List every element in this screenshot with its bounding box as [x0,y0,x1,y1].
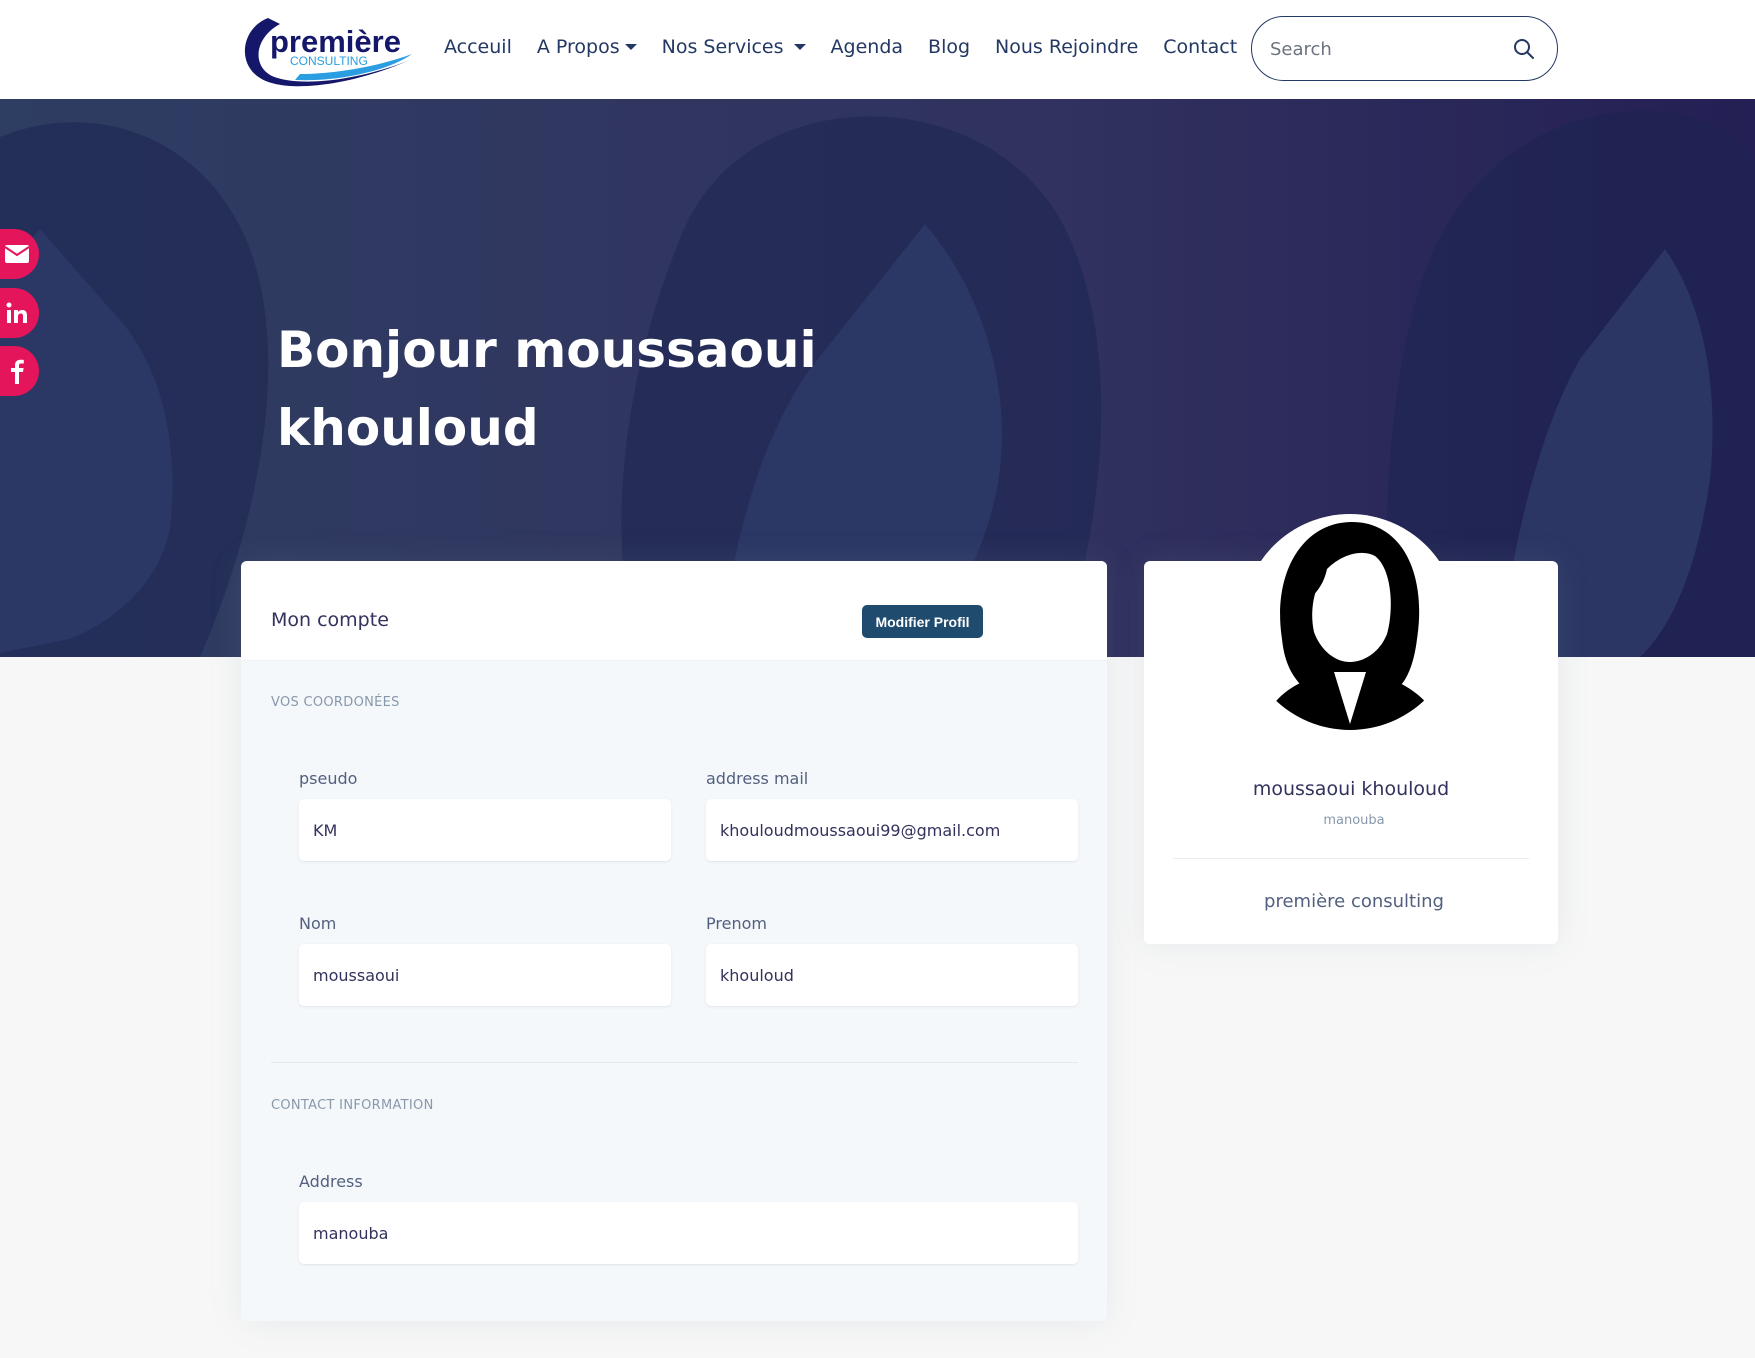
section-divider [271,1062,1078,1063]
woman-avatar-icon [1262,522,1440,730]
section-heading-coordonnees: VOS COORDONÉES [271,695,400,710]
nav-a-propos-label: A Propos [536,36,620,58]
hero-greeting-line2: khouloud [277,399,539,457]
profile-divider [1173,858,1529,859]
account-title: Mon compte [271,609,389,631]
account-card-header: Mon compte Modifier Profil [241,561,1107,661]
chevron-down-icon [793,44,806,50]
envelope-icon [3,245,30,263]
search-input[interactable] [1270,35,1500,63]
address-field[interactable] [299,1202,1078,1264]
nav-nous-rejoindre[interactable]: Nous Rejoindre [995,36,1138,58]
facebook-icon [10,359,24,384]
profile-city: manouba [1323,813,1385,828]
nav-a-propos[interactable]: A Propos [537,36,637,58]
nav-contact[interactable]: Contact [1163,36,1237,58]
nav-acceuil[interactable]: Acceuil [444,36,512,58]
linkedin-icon [6,302,27,323]
nom-field[interactable] [299,944,671,1006]
search-box [1251,16,1558,81]
nav-nous-rejoindre-label: Nous Rejoindre [995,36,1139,58]
hero-greeting: Bonjour moussaoui khouloud [277,311,877,467]
nav-agenda-label: Agenda [830,36,904,58]
prenom-label: Prenom [706,914,767,933]
nav-agenda[interactable]: Agenda [831,36,904,58]
profile-name: moussaoui khouloud [1252,778,1450,800]
avatar [1242,514,1458,730]
main-nav: Acceuil A Propos Nos Services Agenda Blo… [444,36,1262,58]
navbar: première CONSULTING Acceuil A Propos Nos… [0,0,1755,99]
email-label: address mail [706,769,809,788]
pseudo-label: pseudo [299,769,358,788]
prenom-field[interactable] [706,944,1078,1006]
nav-blog-label: Blog [928,36,971,58]
nav-contact-label: Contact [1163,36,1238,58]
edit-profile-button[interactable]: Modifier Profil [862,605,983,638]
premiere-consulting-logo[interactable]: première CONSULTING [240,8,415,92]
address-label: Address [299,1172,363,1191]
nav-nos-services-label: Nos Services [661,36,784,58]
hero-greeting-line1: Bonjour moussaoui [277,321,817,379]
nav-blog[interactable]: Blog [928,36,970,58]
pseudo-field[interactable] [299,799,671,861]
account-card: Mon compte Modifier Profil VOS COORDONÉE… [241,561,1107,1321]
nom-label: Nom [299,914,337,933]
section-heading-contact: CONTACT INFORMATION [271,1098,434,1113]
logo-subtext: CONSULTING [290,54,368,68]
chevron-down-icon [624,44,637,50]
email-field[interactable] [706,799,1078,861]
nav-acceuil-label: Acceuil [444,36,512,58]
nav-nos-services[interactable]: Nos Services [662,36,806,58]
profile-company: première consulting [1264,891,1444,912]
search-icon[interactable] [1513,38,1535,60]
